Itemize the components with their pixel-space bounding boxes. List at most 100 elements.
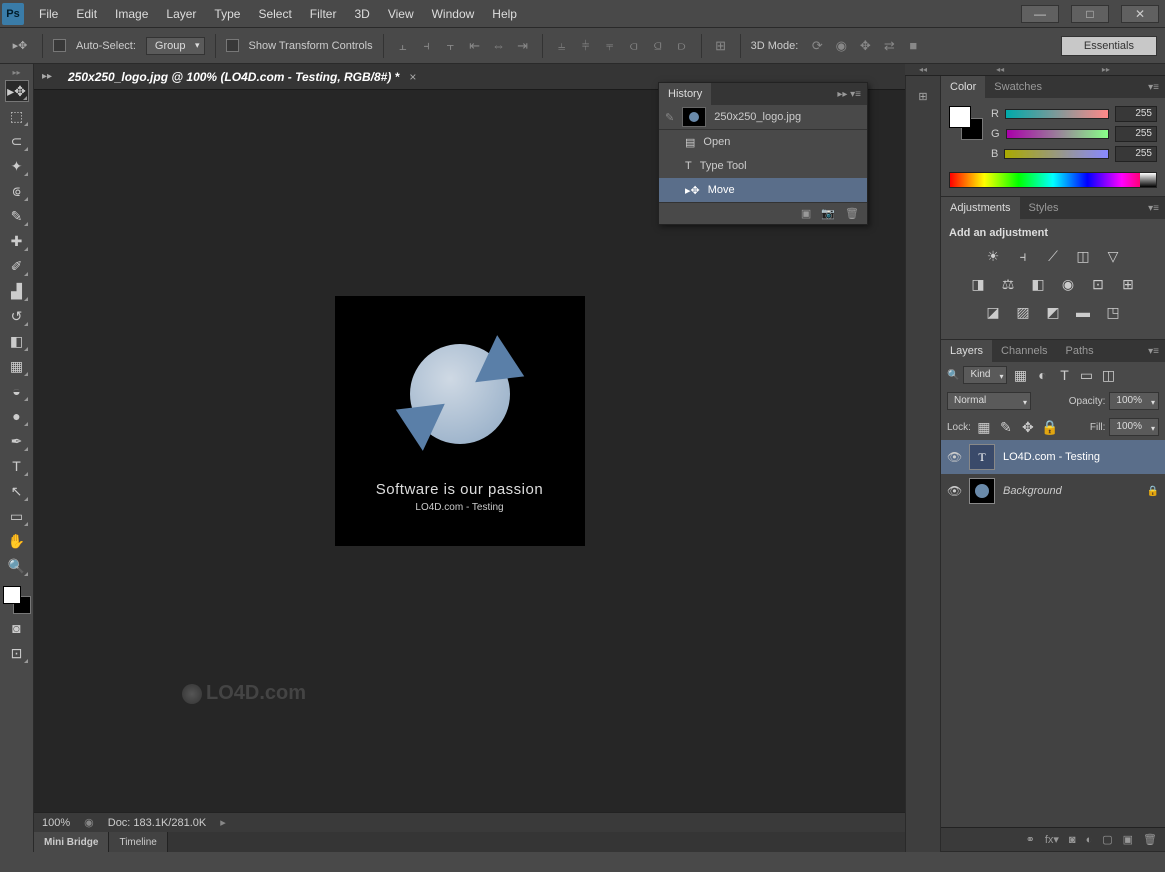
snapshot-icon[interactable]: 📷	[821, 207, 835, 220]
menu-view[interactable]: View	[379, 0, 423, 28]
dist-bottom-icon[interactable]: ⫧	[601, 37, 619, 55]
tab-channels[interactable]: Channels	[992, 340, 1056, 362]
b-slider[interactable]	[1004, 149, 1109, 159]
layer-thumbnail-icon[interactable]	[969, 478, 995, 504]
layer-name[interactable]: LO4D.com - Testing	[1003, 451, 1100, 463]
new-document-icon[interactable]: ▣	[801, 207, 811, 220]
filter-smart-icon[interactable]: ◫	[1099, 366, 1117, 384]
r-slider[interactable]	[1005, 109, 1109, 119]
gradient-map-icon[interactable]: ▬	[1074, 303, 1092, 321]
visibility-icon[interactable]: 👁	[947, 484, 961, 498]
dist-top-icon[interactable]: ⫨	[553, 37, 571, 55]
panel-color-swatches[interactable]	[949, 106, 983, 140]
auto-select-checkbox[interactable]	[53, 39, 66, 52]
minimize-button[interactable]: —	[1021, 5, 1059, 23]
photo-filter-icon[interactable]: ◉	[1059, 275, 1077, 293]
lock-paint-icon[interactable]: ✎	[997, 418, 1015, 436]
invert-icon[interactable]: ◪	[984, 303, 1002, 321]
new-layer-icon[interactable]: ▣	[1123, 833, 1133, 846]
visibility-icon[interactable]: 👁	[947, 450, 961, 464]
close-button[interactable]: ✕	[1121, 5, 1159, 23]
eraser-tool[interactable]: ◧	[5, 330, 29, 352]
eyedropper-tool[interactable]: ✎	[5, 205, 29, 227]
type-tool[interactable]: T	[5, 455, 29, 477]
link-layers-icon[interactable]: ⚭	[1026, 833, 1035, 846]
lock-position-icon[interactable]: ✥	[1019, 418, 1037, 436]
toolbar-collapse-icon[interactable]: ▸▸	[12, 68, 20, 77]
exposure-icon[interactable]: ◫	[1074, 247, 1092, 265]
panel-menu-icon[interactable]: ▾≡	[1142, 82, 1165, 93]
lasso-tool[interactable]: ⊂	[5, 130, 29, 152]
history-brush-tool[interactable]: ↺	[5, 305, 29, 327]
pen-tool[interactable]: ✒	[5, 430, 29, 452]
layer-row[interactable]: 👁 Background 🔒	[941, 474, 1165, 508]
menu-help[interactable]: Help	[483, 0, 526, 28]
history-source-row[interactable]: ✎ 250x250_logo.jpg	[659, 105, 867, 129]
adjustment-layer-icon[interactable]: ◐	[1086, 834, 1093, 846]
tab-scroll-icon[interactable]: ▸▸	[42, 71, 60, 82]
dodge-tool[interactable]: ●	[5, 405, 29, 427]
3d-pan-icon[interactable]: ✥	[856, 37, 874, 55]
menu-layer[interactable]: Layer	[157, 0, 205, 28]
3d-zoom-icon[interactable]: ■	[904, 37, 922, 55]
history-state[interactable]: T Type Tool	[659, 154, 867, 178]
curves-icon[interactable]: ⟋	[1044, 247, 1062, 265]
strip-collapse-icon[interactable]: ◂◂	[905, 64, 941, 76]
color-lookup-icon[interactable]: ⊞	[1119, 275, 1137, 293]
g-slider[interactable]	[1006, 129, 1109, 139]
blur-tool[interactable]: ◒	[5, 380, 29, 402]
tab-layers[interactable]: Layers	[941, 340, 992, 362]
tab-swatches[interactable]: Swatches	[985, 76, 1051, 98]
menu-3d[interactable]: 3D	[345, 0, 378, 28]
align-left-icon[interactable]: ⇤	[466, 37, 484, 55]
character-panel-icon[interactable]: ⊞	[911, 84, 935, 108]
menu-window[interactable]: Window	[423, 0, 484, 28]
selective-color-icon[interactable]: ◳	[1104, 303, 1122, 321]
zoom-tool[interactable]: 🔍	[5, 555, 29, 577]
layer-name[interactable]: Background	[1003, 485, 1062, 497]
clone-stamp-tool[interactable]: ▟	[5, 280, 29, 302]
status-icon[interactable]: ◉	[84, 816, 94, 829]
tab-mini-bridge[interactable]: Mini Bridge	[34, 832, 109, 852]
document-tab[interactable]: 250x250_logo.jpg @ 100% (LO4D.com - Test…	[60, 70, 424, 84]
history-brush-source-icon[interactable]: ✎	[665, 111, 674, 124]
layer-mask-icon[interactable]: ◙	[1069, 834, 1076, 846]
maximize-button[interactable]: □	[1071, 5, 1109, 23]
3d-orbit-icon[interactable]: ⟳	[808, 37, 826, 55]
layer-thumbnail-icon[interactable]: T	[969, 444, 995, 470]
tab-color[interactable]: Color	[941, 76, 985, 98]
filter-pixel-icon[interactable]: ▦	[1011, 366, 1029, 384]
posterize-icon[interactable]: ▨	[1014, 303, 1032, 321]
menu-edit[interactable]: Edit	[67, 0, 106, 28]
history-panel[interactable]: History ▸▸ ▾≡ ✎ 250x250_logo.jpg ▤ Open …	[658, 82, 868, 225]
menu-type[interactable]: Type	[205, 0, 249, 28]
delete-layer-icon[interactable]: 🗑	[1143, 833, 1157, 846]
menu-image[interactable]: Image	[106, 0, 157, 28]
filter-shape-icon[interactable]: ▭	[1077, 366, 1095, 384]
panels-collapse-icon[interactable]: ◂◂ ▸▸	[941, 64, 1165, 76]
dist-left-icon[interactable]: ⫏	[625, 37, 643, 55]
magic-wand-tool[interactable]: ✦	[5, 155, 29, 177]
align-hcenter-icon[interactable]: ⇔	[490, 37, 508, 55]
dist-vcenter-icon[interactable]: ⫩	[577, 37, 595, 55]
align-top-icon[interactable]: ⫠	[394, 37, 412, 55]
gradient-tool[interactable]: ▦	[5, 355, 29, 377]
status-menu-icon[interactable]: ▸	[220, 816, 226, 829]
dist-hcenter-icon[interactable]: ⫑	[649, 37, 667, 55]
layer-group-icon[interactable]: ▢	[1102, 833, 1112, 846]
color-spectrum[interactable]	[949, 172, 1157, 188]
hand-tool[interactable]: ✋	[5, 530, 29, 552]
tab-styles[interactable]: Styles	[1020, 197, 1068, 219]
3d-slide-icon[interactable]: ⇄	[880, 37, 898, 55]
move-tool-icon[interactable]: ▸✥	[8, 34, 32, 58]
layer-row[interactable]: 👁 T LO4D.com - Testing	[941, 440, 1165, 474]
tab-adjustments[interactable]: Adjustments	[941, 197, 1020, 219]
3d-roll-icon[interactable]: ◉	[832, 37, 850, 55]
tab-paths[interactable]: Paths	[1057, 340, 1103, 362]
panel-menu-icon[interactable]: ▸▸ ▾≡	[831, 89, 867, 100]
tab-history[interactable]: History	[659, 83, 711, 105]
panel-menu-icon[interactable]: ▾≡	[1142, 346, 1165, 357]
bw-icon[interactable]: ◧	[1029, 275, 1047, 293]
rectangle-tool[interactable]: ▭	[5, 505, 29, 527]
hue-sat-icon[interactable]: ◨	[969, 275, 987, 293]
